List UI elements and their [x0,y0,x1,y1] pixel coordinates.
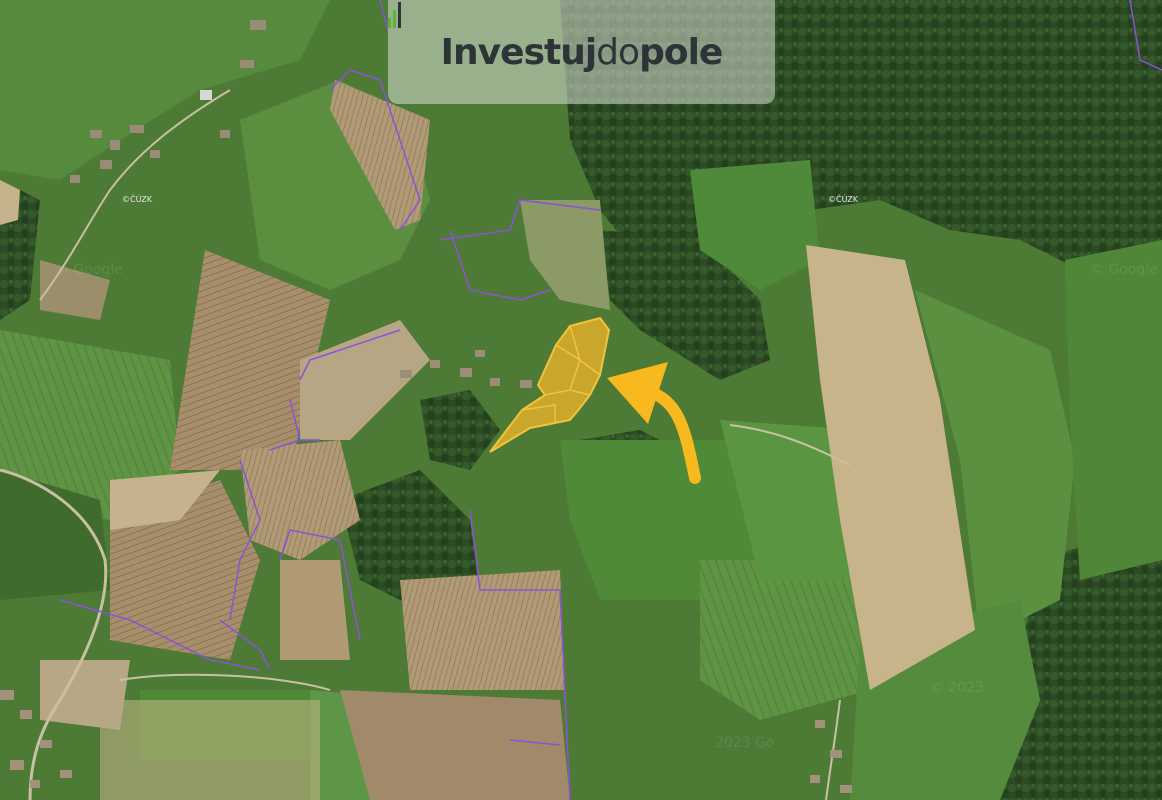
satellite-map[interactable]: ©ČÚZK ©ČÚZK © Google © Google © 2023 202… [0,0,1162,800]
logo-text-pole: pole [639,31,723,73]
brand-logo: Investuj do pole [388,2,723,73]
field-brown-south [340,690,570,800]
logo-text-investuj: Investuj [440,31,598,73]
google-watermark: © Google [55,262,123,278]
logo-text-do: do [596,31,640,73]
logo-bars-icon [388,2,401,28]
field-sw-beige [100,700,320,800]
year-watermark-2: 2023 Go [715,735,775,751]
field-small-beige [40,660,130,730]
field-narrow [280,560,350,660]
field-far-e [1065,240,1162,580]
cuzk-watermark-2: ©ČÚZK [828,195,859,204]
brand-logo-panel: Investuj do pole [388,0,775,104]
field-s [700,560,870,720]
field-tilled-5 [400,570,565,690]
year-watermark: © 2023 [930,680,985,696]
google-watermark-2: © Google [1090,262,1158,278]
cuzk-watermark: ©ČÚZK [122,195,153,204]
map-canvas [0,0,1162,800]
